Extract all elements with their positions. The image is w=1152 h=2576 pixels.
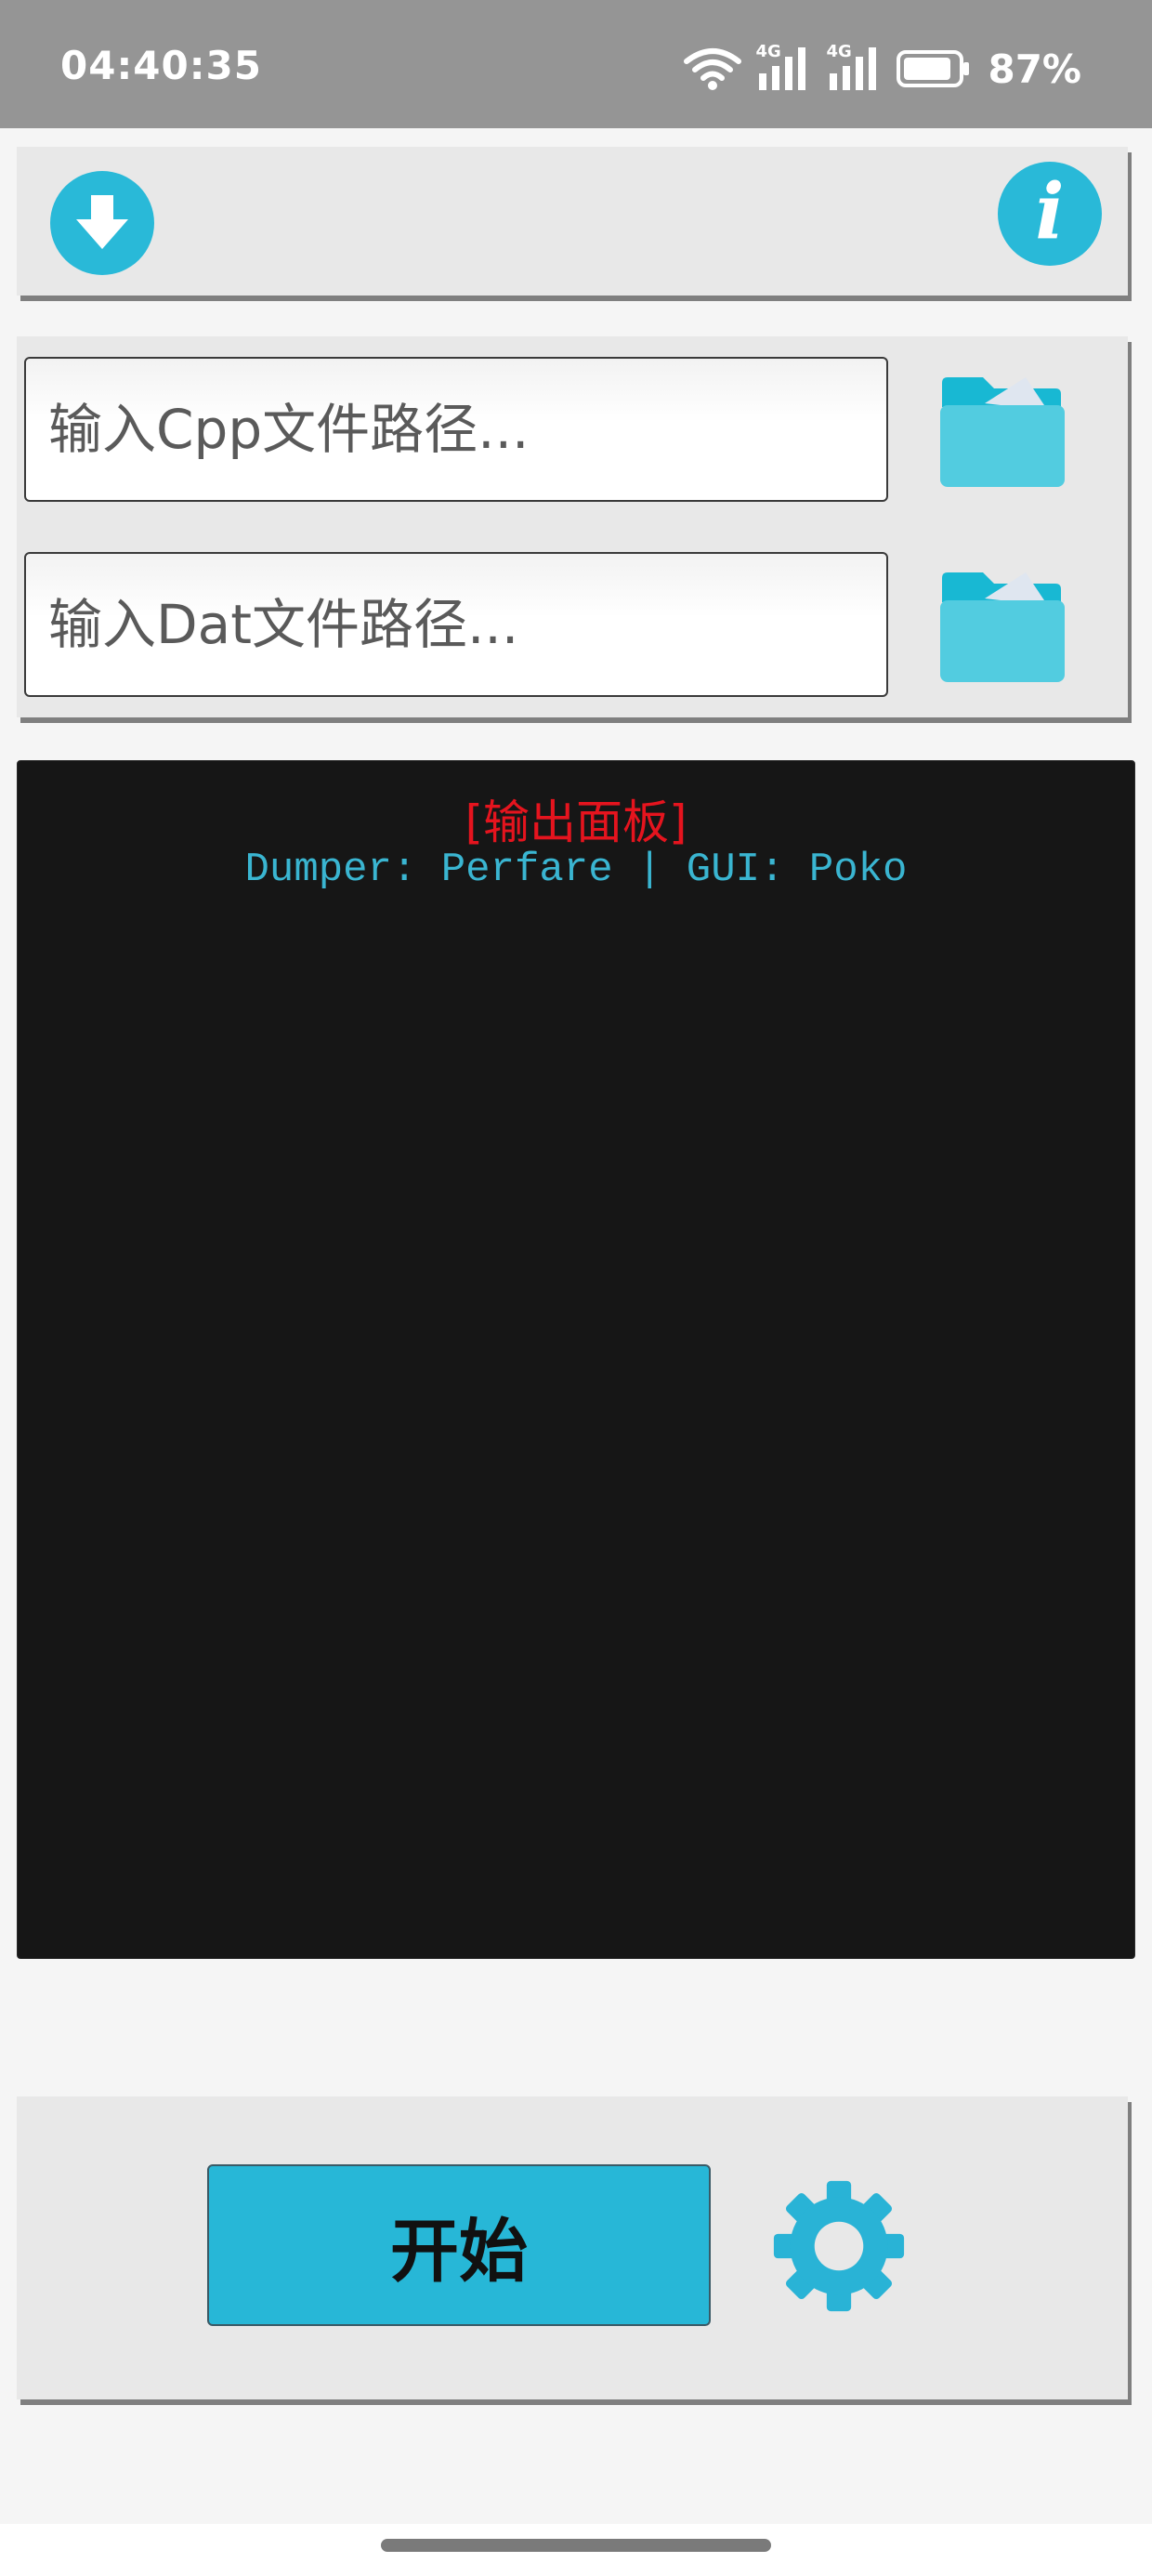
signal-group-2: 4G xyxy=(826,42,884,92)
dat-path-input[interactable] xyxy=(24,552,888,697)
signal-bars-icon xyxy=(759,47,806,90)
start-button[interactable]: 开始 xyxy=(207,2164,711,2326)
status-time: 04:40:35 xyxy=(60,43,262,88)
info-button[interactable]: i xyxy=(998,162,1102,266)
dat-folder-icon[interactable] xyxy=(936,565,1067,686)
wifi-icon xyxy=(684,48,742,90)
battery-level-fill xyxy=(904,58,951,80)
info-icon: i xyxy=(1035,167,1065,256)
battery-icon xyxy=(897,50,970,87)
bottom-controls: 开始 xyxy=(17,2096,1128,2399)
top-toolbar: i xyxy=(17,147,1128,296)
download-button[interactable] xyxy=(50,171,154,275)
home-indicator[interactable] xyxy=(381,2539,771,2552)
console-title: [输出面板] xyxy=(465,795,687,849)
cpp-path-input[interactable] xyxy=(24,357,888,502)
signal-group-1: 4G xyxy=(755,42,813,92)
gear-icon[interactable] xyxy=(771,2178,907,2314)
battery-percent: 87% xyxy=(988,46,1081,92)
file-path-panel xyxy=(17,336,1128,717)
cpp-folder-icon[interactable] xyxy=(936,370,1067,491)
status-icons: 4G 4G 87% xyxy=(683,41,1081,97)
signal-bars-icon xyxy=(830,47,877,90)
console-credit: Dumper: Perfare | GUI: Poko xyxy=(244,847,908,893)
download-arrow-icon xyxy=(76,195,128,249)
output-console[interactable]: [输出面板] Dumper: Perfare | GUI: Poko xyxy=(17,760,1135,1959)
status-bar: 04:40:35 4G 4G 87% xyxy=(0,0,1152,128)
